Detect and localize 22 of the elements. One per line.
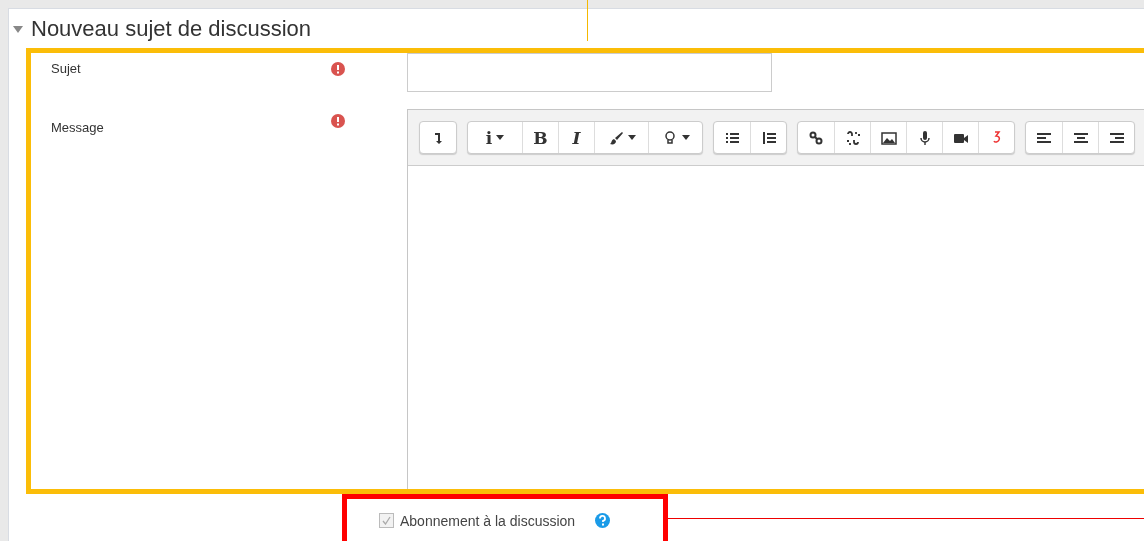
checkbox-label: Abonnement à la discussion bbox=[400, 512, 576, 529]
annotation-line bbox=[587, 0, 588, 41]
section-title: Nouveau sujet de discussion bbox=[31, 16, 312, 42]
subject-input[interactable] bbox=[407, 53, 772, 92]
collapse-caret-icon[interactable] bbox=[13, 25, 23, 33]
link-icon bbox=[808, 129, 824, 146]
field-label: Message bbox=[50, 119, 105, 137]
message-editor[interactable]: i B I bbox=[407, 109, 1144, 489]
numbered-list-icon bbox=[760, 129, 777, 146]
image-icon bbox=[880, 129, 897, 146]
required-icon bbox=[331, 62, 345, 76]
help-icon[interactable] bbox=[595, 513, 611, 528]
dropdown-caret-icon bbox=[496, 135, 505, 140]
required-icon bbox=[331, 114, 345, 128]
toolbar-button[interactable]: i bbox=[468, 122, 522, 153]
field-label: Sujet bbox=[50, 60, 82, 78]
toolbar-button[interactable]: I bbox=[558, 122, 594, 153]
dropdown-caret-icon bbox=[681, 135, 690, 140]
toolbar-button[interactable]: B bbox=[522, 122, 558, 153]
brush-icon bbox=[607, 129, 624, 146]
dropdown-caret-icon bbox=[627, 135, 636, 140]
broken-link-icon bbox=[844, 129, 861, 146]
